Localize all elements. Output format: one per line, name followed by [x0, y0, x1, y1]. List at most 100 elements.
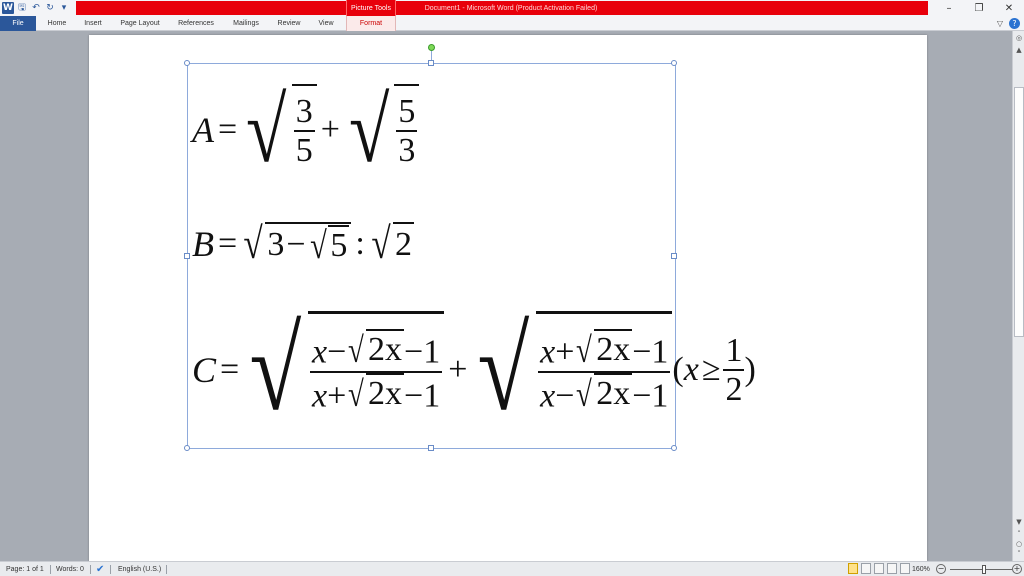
customize-icon[interactable]: ▾: [58, 2, 70, 14]
sqrt-five: √ 5: [308, 225, 350, 265]
full-screen-reading-icon[interactable]: [861, 563, 871, 574]
equation-c: C = √ x− √ 2x −1 x+ √ 2x −1 + √ x+ √ 2x …: [192, 300, 756, 440]
ribbon-right-controls: ▽ ?: [997, 17, 1020, 30]
sqrt-outer: √ 3 − √ 5: [241, 222, 352, 266]
term-2x: 2x: [596, 374, 631, 412]
window-controls: – ❐ ✕: [934, 0, 1024, 16]
radicand: x− √ 2x −1 x+ √ 2x −1: [307, 311, 445, 429]
equation-a: A = √ 3 5 + √ 5 3: [192, 70, 420, 190]
tab-insert[interactable]: Insert: [77, 16, 109, 31]
numerator: x+ √ 2x −1: [538, 328, 670, 371]
equals-sign: =: [218, 225, 238, 262]
select-browse-object-icon[interactable]: ○: [1014, 539, 1024, 549]
minimize-button[interactable]: –: [934, 0, 964, 16]
redo-icon[interactable]: ↻: [44, 2, 56, 14]
scroll-down-icon[interactable]: ▼: [1014, 517, 1024, 527]
scroll-thumb[interactable]: [1014, 87, 1024, 337]
denominator: 2: [725, 371, 743, 408]
word-count[interactable]: Words: 0: [56, 562, 84, 576]
radical-sign: √: [348, 79, 390, 181]
resize-handle-bottom-left[interactable]: [184, 445, 190, 451]
term-x: x: [540, 333, 556, 371]
equation-picture[interactable]: A = √ 3 5 + √ 5 3 B = √ 3 − √ 5: √ 2 C …: [184, 60, 756, 451]
minimize-ribbon-icon[interactable]: ▽: [997, 19, 1003, 28]
resize-handle-top-right[interactable]: [671, 60, 677, 66]
condition: ( x ≥ 1 2 ): [672, 332, 755, 409]
resize-handle-top-left[interactable]: [184, 60, 190, 66]
radicand: 3 − √ 5: [265, 222, 352, 266]
close-paren: ): [744, 351, 756, 388]
resize-handle-top[interactable]: [428, 60, 434, 66]
vertical-scrollbar[interactable]: ◎ ▲ ▼ ˄ ○ ˅: [1012, 31, 1024, 561]
divider: [110, 565, 111, 574]
radicand: 5: [328, 225, 350, 265]
undo-icon[interactable]: ↶: [30, 2, 42, 14]
resize-handle-bottom-right[interactable]: [671, 445, 677, 451]
ruler-toggle-icon[interactable]: ◎: [1014, 33, 1024, 43]
quick-access-toolbar: W 🖫 ↶ ↻ ▾: [0, 0, 70, 16]
word-app-icon[interactable]: W: [2, 2, 14, 14]
tab-file[interactable]: File: [0, 16, 36, 31]
var-a: A: [192, 110, 214, 150]
term-three: 3: [267, 226, 285, 263]
previous-page-icon[interactable]: ˄: [1014, 529, 1024, 539]
tab-references[interactable]: References: [171, 16, 221, 31]
zoom-level[interactable]: 160%: [912, 562, 930, 576]
language[interactable]: English (U.S.): [118, 562, 161, 576]
operator: +: [555, 333, 575, 371]
denominator: x+ √ 2x −1: [310, 372, 442, 415]
ge-sign: ≥: [701, 351, 721, 388]
term-minus-one: −1: [404, 333, 441, 371]
radicand: 3 5: [291, 84, 317, 176]
document-page[interactable]: A = √ 3 5 + √ 5 3 B = √ 3 − √ 5: √ 2 C …: [89, 35, 927, 561]
equals-sign: =: [218, 111, 238, 148]
page-count[interactable]: Page: 1 of 1: [6, 562, 44, 576]
radical-sign: √: [348, 330, 365, 371]
rotate-handle[interactable]: [428, 44, 435, 51]
tab-view[interactable]: View: [312, 16, 340, 31]
tab-home[interactable]: Home: [40, 16, 74, 31]
radicand: 2x: [366, 328, 405, 368]
term-two: 2: [395, 226, 412, 263]
resize-handle-bottom[interactable]: [428, 445, 434, 451]
proofing-icon[interactable]: ✔: [96, 562, 104, 576]
fraction: x− √ 2x −1 x+ √ 2x −1: [309, 328, 443, 415]
term-2x: 2x: [368, 374, 403, 412]
radicand: 2x: [594, 372, 633, 412]
draft-icon[interactable]: [900, 563, 910, 574]
help-icon[interactable]: ?: [1009, 18, 1020, 29]
title-bar: W 🖫 ↶ ↻ ▾ Picture Tools Document1 - Micr…: [0, 0, 1024, 16]
radical-sign: √: [249, 304, 302, 435]
minus-sign: −: [286, 226, 306, 263]
zoom-slider-thumb[interactable]: [982, 565, 986, 574]
open-paren: (: [672, 351, 684, 388]
operator: +: [327, 376, 347, 414]
zoom-slider[interactable]: [950, 569, 1012, 570]
resize-handle-right[interactable]: [671, 253, 677, 259]
restore-button[interactable]: ❐: [964, 0, 994, 16]
document-area[interactable]: A = √ 3 5 + √ 5 3 B = √ 3 − √ 5: √ 2 C …: [0, 31, 1012, 561]
term-five: 5: [330, 227, 348, 264]
tab-format[interactable]: Format: [346, 16, 396, 31]
scroll-up-icon[interactable]: ▲: [1014, 45, 1024, 55]
ribbon-tab-bar: File Home Insert Page Layout References …: [0, 16, 1024, 31]
term-minus-one: −1: [632, 333, 669, 371]
zoom-in-button[interactable]: +: [1012, 564, 1022, 574]
close-button[interactable]: ✕: [994, 0, 1024, 16]
picture-tools-label: Picture Tools: [346, 0, 396, 16]
resize-handle-left[interactable]: [184, 253, 190, 259]
next-page-icon[interactable]: ˅: [1014, 549, 1024, 559]
sqrt-two: √ 2: [369, 222, 414, 266]
web-layout-icon[interactable]: [874, 563, 884, 574]
print-layout-icon[interactable]: [848, 563, 858, 574]
fraction: 3 5: [293, 93, 315, 170]
divider: [166, 565, 167, 574]
tab-mailings[interactable]: Mailings: [226, 16, 266, 31]
tab-page-layout[interactable]: Page Layout: [113, 16, 167, 31]
outline-icon[interactable]: [887, 563, 897, 574]
save-icon[interactable]: 🖫: [16, 2, 28, 14]
tab-review[interactable]: Review: [272, 16, 306, 31]
divider: [50, 565, 51, 574]
zoom-out-button[interactable]: −: [936, 564, 946, 574]
var-b: B: [192, 224, 214, 264]
